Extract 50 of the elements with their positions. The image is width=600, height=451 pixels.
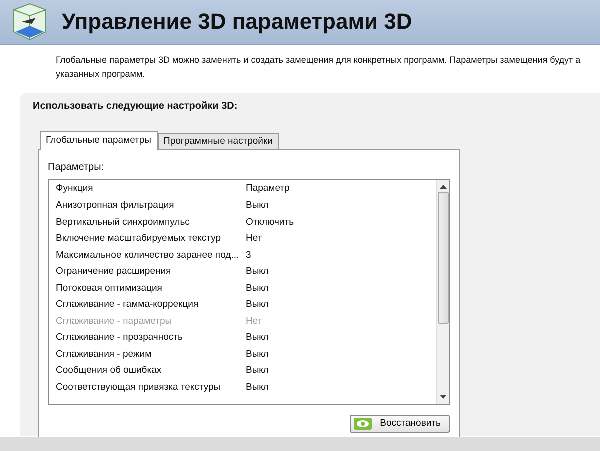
setting-value: Нет: [246, 232, 262, 246]
settings-row[interactable]: Сглаживание - прозрачность Выкл: [49, 330, 436, 346]
function-name: Соответствующая привязка текстуры: [56, 380, 222, 395]
setting-value: Выкл: [246, 380, 269, 395]
settings-row[interactable]: Ограничение расширения Выкл: [49, 264, 436, 280]
function-name: Сглаживание - гамма-коррекция: [56, 298, 200, 312]
setting-value: Выкл: [246, 282, 269, 296]
settings-row[interactable]: Анизотропная фильтрация Выкл: [49, 198, 436, 214]
settings-row[interactable]: Вертикальный синхроимпульс Отключить: [49, 214, 436, 231]
scrollbar[interactable]: [436, 180, 449, 404]
setting-value: Выкл: [246, 298, 269, 312]
setting-value: Выкл: [246, 199, 269, 214]
page-title: Управление 3D параметрами 3D: [62, 8, 412, 36]
function-name: Максимальное количество заранее под...: [56, 248, 240, 263]
setting-value: Выкл: [246, 265, 269, 280]
scrollbar-thumb[interactable]: [438, 192, 448, 324]
settings-row[interactable]: Потоковая оптимизация Выкл: [49, 280, 436, 297]
setting-value: 3: [246, 248, 252, 263]
setting-value: Выкл: [246, 348, 269, 362]
function-name: Сообщения об ошибках: [56, 364, 163, 378]
function-name: Сглаживание - прозрачность: [56, 331, 184, 346]
settings-row[interactable]: Сглаживание - гамма-коррекция Выкл: [49, 297, 436, 314]
description-text: указанных программ.: [56, 68, 146, 81]
settings-label: Параметры:: [48, 161, 106, 175]
up-arrow-icon[interactable]: [440, 184, 446, 190]
settings-row[interactable]: Включение масштабируемых текстур Нет: [49, 231, 436, 248]
column-header: Параметр: [246, 182, 290, 196]
description-text: Глобальные параметры 3D можно заменить и создать замещения для конкретных программ. Параметры замещения будут а: [56, 54, 581, 67]
setting-value: Отключить: [246, 216, 294, 230]
function-name: Потоковая оптимизация: [56, 282, 164, 296]
setting-value: Выкл: [246, 331, 269, 346]
settings-row[interactable]: Максимальное количество заранее под... 3: [49, 248, 436, 264]
restore-button[interactable]: Восстановить: [350, 415, 450, 434]
setting-value: Нет: [246, 314, 262, 329]
eye-logo-icon: [354, 418, 372, 430]
section-label: Использовать следующие настройки 3D:: [33, 100, 239, 114]
down-arrow-icon[interactable]: [440, 394, 446, 400]
function-name: Сглаживание - параметры: [56, 314, 174, 329]
settings-row[interactable]: Сообщения об ошибках Выкл: [49, 363, 436, 380]
column-header: Функция: [56, 182, 94, 196]
setting-value: Выкл: [246, 364, 269, 378]
function-name: Сглаживания - режим: [56, 348, 153, 362]
tab[interactable]: Глобальные параметры: [40, 131, 158, 150]
function-name: Включение масштабируемых текстур: [56, 232, 222, 246]
tab[interactable]: Программные настройки: [158, 133, 279, 149]
settings-row[interactable]: Соответствующая привязка текстуры Выкл: [49, 380, 436, 396]
function-name: Вертикальный синхроимпульс: [56, 216, 191, 230]
function-name: Анизотропная фильтрация: [56, 199, 176, 214]
settings-row[interactable]: Сглаживания - режим Выкл: [49, 346, 436, 363]
function-name: Ограничение расширения: [56, 265, 172, 280]
